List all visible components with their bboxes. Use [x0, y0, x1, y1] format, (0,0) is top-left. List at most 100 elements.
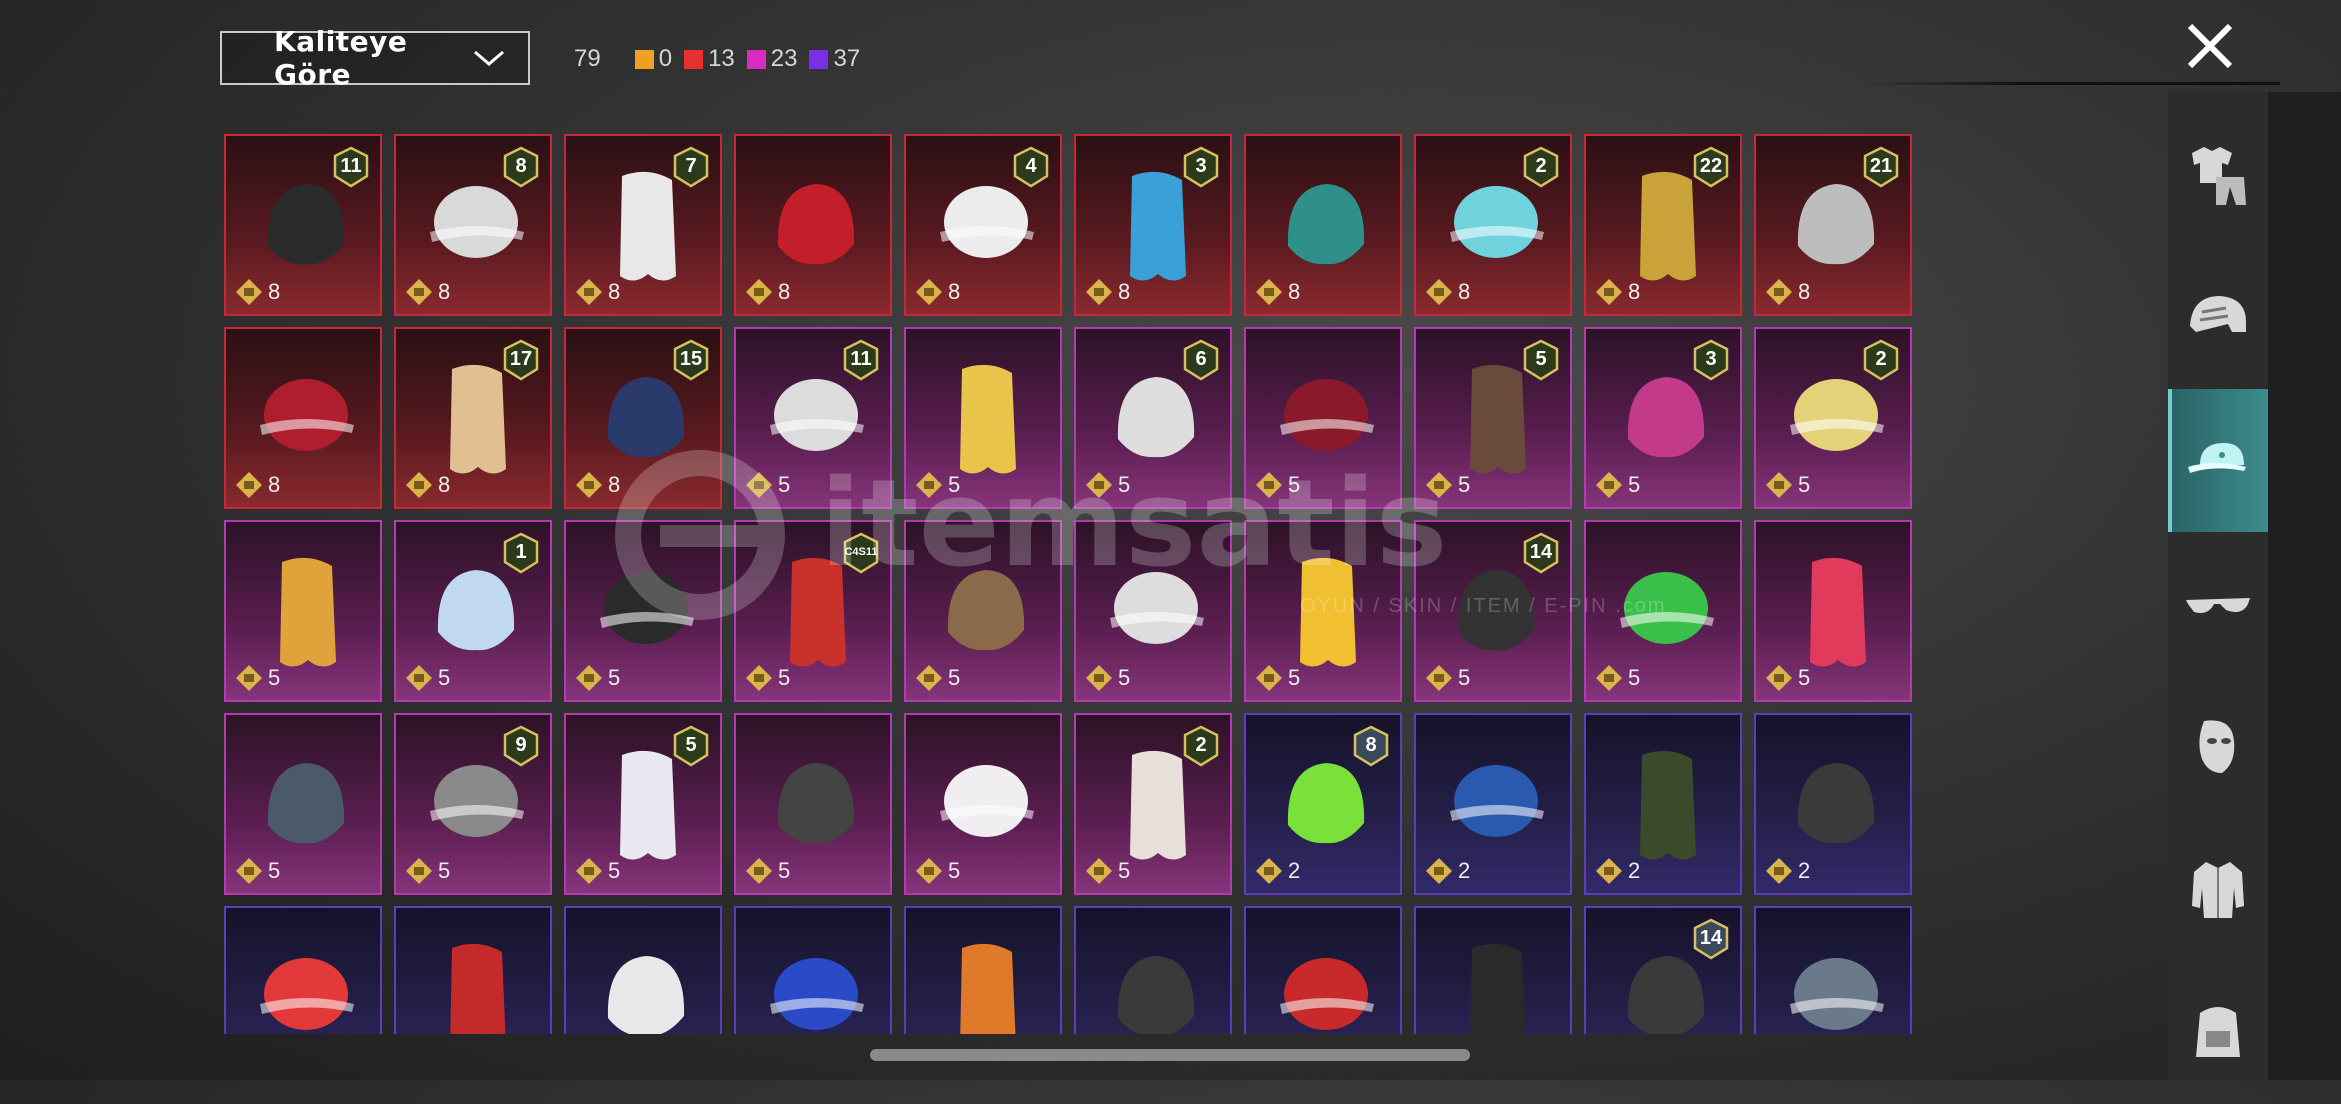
item-card[interactable]: 5 — [904, 327, 1062, 509]
points-diamond-icon — [746, 858, 772, 884]
item-card[interactable]: 5 — [904, 520, 1062, 702]
item-card[interactable]: 17 8 — [394, 327, 552, 509]
level-badge: 17 — [502, 339, 540, 381]
item-card[interactable]: 8 — [734, 134, 892, 316]
points-number: 5 — [1458, 665, 1471, 690]
item-card[interactable]: 38 — [1074, 134, 1232, 316]
item-card[interactable] — [904, 906, 1062, 1034]
level-badge: 8 — [1352, 725, 1390, 767]
level-number: 9 — [515, 733, 527, 756]
points-number: 5 — [778, 858, 791, 883]
item-card[interactable] — [394, 906, 552, 1034]
item-card[interactable] — [1414, 906, 1572, 1034]
item-card[interactable]: 5 — [1584, 520, 1742, 702]
level-badge: 7 — [672, 146, 710, 188]
item-card[interactable]: 15 8 — [564, 327, 722, 509]
points-value: 5 — [1254, 662, 1300, 694]
item-card[interactable]: 5 — [1754, 520, 1912, 702]
mask-tab[interactable] — [2168, 675, 2268, 818]
item-card[interactable]: 2 — [1414, 713, 1572, 895]
item-card[interactable] — [224, 906, 382, 1034]
sort-dropdown[interactable]: Kaliteye Göre — [220, 25, 530, 91]
item-card[interactable]: 5 — [1074, 520, 1232, 702]
item-card[interactable]: 5 — [224, 713, 382, 895]
close-button[interactable] — [2182, 18, 2238, 74]
item-card[interactable]: 5 — [904, 713, 1062, 895]
item-card[interactable]: 14 — [1584, 906, 1742, 1034]
level-badge: C4S11 — [842, 532, 880, 574]
backpack-icon — [2196, 1006, 2240, 1057]
item-card[interactable]: 48 — [904, 134, 1062, 316]
item-card[interactable] — [1754, 906, 1912, 1034]
item-card[interactable]: C4S11 5 — [734, 520, 892, 702]
item-card[interactable]: 14 5 — [1414, 520, 1572, 702]
item-card[interactable]: 55 — [564, 713, 722, 895]
points-value: 8 — [574, 469, 620, 501]
points-diamond-icon — [576, 279, 602, 305]
item-card[interactable]: 88 — [394, 134, 552, 316]
item-card[interactable]: 5 — [224, 520, 382, 702]
item-card[interactable]: 2 — [1584, 713, 1742, 895]
item-card[interactable]: 78 — [564, 134, 722, 316]
jacket-tab[interactable] — [2168, 818, 2268, 961]
points-value: 5 — [1764, 662, 1810, 694]
points-value: 5 — [914, 855, 960, 887]
red-gold-cap-icon — [450, 943, 506, 1034]
item-card[interactable]: 21 8 — [1754, 134, 1912, 316]
points-diamond-icon — [406, 858, 432, 884]
item-card[interactable]: 15 — [394, 520, 552, 702]
points-value: 8 — [234, 276, 280, 308]
points-number: 5 — [1628, 665, 1641, 690]
points-value: 5 — [914, 662, 960, 694]
striped-beanie-icon — [1280, 958, 1374, 1030]
glasses-tab[interactable] — [2168, 532, 2268, 675]
item-card[interactable]: 95 — [394, 713, 552, 895]
points-value: 8 — [1254, 276, 1300, 308]
item-card[interactable]: 28 — [1414, 134, 1572, 316]
glasses-icon — [2186, 597, 2250, 613]
points-number: 5 — [948, 858, 961, 883]
item-card[interactable]: 11 8 — [224, 134, 382, 316]
item-card[interactable]: 65 — [1074, 327, 1232, 509]
backpack-tab[interactable] — [2168, 961, 2268, 1104]
points-value: 8 — [404, 469, 450, 501]
goggle-helmet-icon — [1117, 956, 1195, 1034]
item-card[interactable] — [1074, 906, 1232, 1034]
item-card[interactable]: 25 — [1754, 327, 1912, 509]
item-card[interactable]: 35 — [1584, 327, 1742, 509]
points-value: 5 — [1084, 469, 1130, 501]
points-diamond-icon — [576, 665, 602, 691]
mask-icon — [2199, 719, 2235, 773]
level-number: 14 — [1699, 926, 1723, 949]
item-card[interactable]: 11 5 — [734, 327, 892, 509]
item-card[interactable]: 25 — [1074, 713, 1232, 895]
item-card[interactable] — [564, 906, 722, 1034]
points-value: 8 — [744, 276, 790, 308]
item-card[interactable]: 8 — [1244, 134, 1402, 316]
points-number: 5 — [1288, 472, 1301, 497]
points-number: 2 — [1798, 858, 1811, 883]
item-card[interactable]: 5 — [734, 713, 892, 895]
points-number: 5 — [778, 472, 791, 497]
points-value: 5 — [1764, 469, 1810, 501]
points-number: 5 — [778, 665, 791, 690]
item-card[interactable]: 8 — [224, 327, 382, 509]
item-card[interactable]: 5 — [1244, 520, 1402, 702]
item-card[interactable] — [734, 906, 892, 1034]
item-card[interactable] — [1244, 906, 1402, 1034]
points-value: 5 — [1424, 662, 1470, 694]
points-diamond-icon — [1256, 858, 1282, 884]
points-diamond-icon — [1426, 279, 1452, 305]
item-card[interactable]: 5 — [564, 520, 722, 702]
outfit-tab[interactable] — [2168, 103, 2268, 246]
helmet-tab[interactable] — [2168, 246, 2268, 389]
hat-tab[interactable] — [2168, 389, 2268, 532]
points-value: 5 — [574, 662, 620, 694]
scrollbar[interactable] — [870, 1049, 1470, 1061]
item-card[interactable]: 55 — [1414, 327, 1572, 509]
item-card[interactable]: 5 — [1244, 327, 1402, 509]
item-card[interactable]: 82 — [1244, 713, 1402, 895]
item-card[interactable]: 2 — [1754, 713, 1912, 895]
item-card[interactable]: 22 8 — [1584, 134, 1742, 316]
level-number: 11 — [340, 154, 362, 177]
